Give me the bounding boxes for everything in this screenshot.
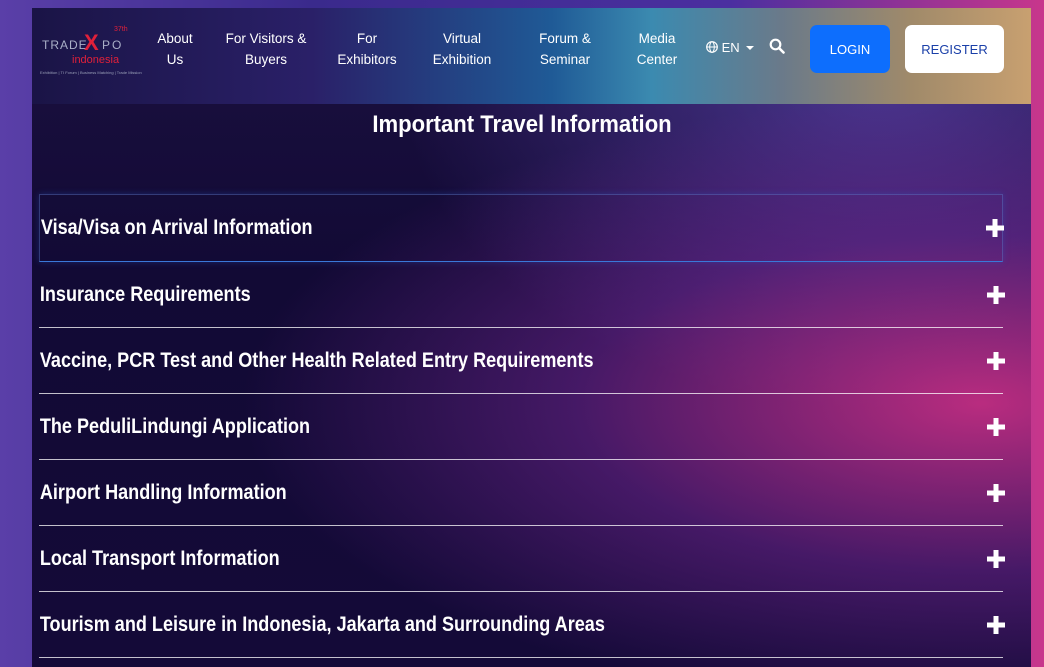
nav-label: Seminar xyxy=(539,52,591,67)
nav-label: Us xyxy=(166,52,184,67)
logo-edition: 37th xyxy=(114,26,128,33)
logo-po-text: PO xyxy=(102,38,124,52)
nav-about-us[interactable]: About Us xyxy=(150,28,200,70)
language-label: EN xyxy=(721,40,740,55)
accordion-item-local-transport[interactable]: Local Transport Information xyxy=(39,526,1005,592)
accordion-item-label: Airport Handling Information xyxy=(39,480,287,504)
plus-icon[interactable] xyxy=(987,351,1005,370)
page-title: Important Travel Information xyxy=(372,111,672,138)
logo-x-mark: X xyxy=(84,30,99,55)
plus-icon[interactable] xyxy=(987,417,1005,436)
top-navbar: TRADE X PO 37th indonesia Exhibition | T… xyxy=(32,8,1031,104)
accordion-item-label: The PeduliLindungi Application xyxy=(39,414,311,438)
register-button[interactable]: REGISTER xyxy=(905,25,1004,73)
nav-label: Exhibitors xyxy=(337,52,397,67)
nav-label: Buyers xyxy=(244,52,288,67)
language-selector[interactable]: EN xyxy=(706,40,755,55)
accordion-item-visa[interactable]: Visa/Visa on Arrival Information xyxy=(39,194,1004,262)
page-frame: TRADE X PO 37th indonesia Exhibition | T… xyxy=(32,8,1031,667)
plus-icon[interactable] xyxy=(987,285,1005,304)
nav-for-exhibitors[interactable]: For Exhibitors xyxy=(329,28,405,70)
logo-trade-text: TRADE xyxy=(42,38,88,52)
nav-label: Exhibition xyxy=(432,52,492,67)
plus-icon[interactable] xyxy=(987,549,1005,568)
logo-indonesia: indonesia xyxy=(72,54,120,66)
nav-media-center[interactable]: Media Center xyxy=(627,28,687,70)
tradexpo-logo[interactable]: TRADE X PO 37th indonesia Exhibition | T… xyxy=(40,24,142,86)
nav-label: For Visitors & xyxy=(225,31,307,46)
globe-icon xyxy=(706,41,718,53)
nav-forum-seminar[interactable]: Forum & Seminar xyxy=(529,28,601,70)
accordion-item-label: Vaccine, PCR Test and Other Health Relat… xyxy=(39,348,594,372)
plus-icon[interactable] xyxy=(986,219,1004,237)
accordion-item-pedulilindungi[interactable]: The PeduliLindungi Application xyxy=(39,394,1005,460)
accordion-item-health-requirements[interactable]: Vaccine, PCR Test and Other Health Relat… xyxy=(39,328,1005,394)
accordion-item-label: Visa/Visa on Arrival Information xyxy=(40,216,313,239)
plus-icon[interactable] xyxy=(987,483,1005,502)
accordion-item-insurance[interactable]: Insurance Requirements xyxy=(39,262,1005,328)
nav-visitors-buyers[interactable]: For Visitors & Buyers xyxy=(218,28,314,70)
nav-label: Virtual xyxy=(442,31,482,46)
nav-label: Media xyxy=(638,31,676,46)
search-icon[interactable] xyxy=(769,38,785,54)
logo-tagline: Exhibition | TI Forum | Business Matchin… xyxy=(40,70,142,75)
nav-virtual-exhibition[interactable]: Virtual Exhibition xyxy=(421,28,503,70)
nav-label: For xyxy=(356,31,378,46)
accordion-item-tourism-leisure[interactable]: Tourism and Leisure in Indonesia, Jakart… xyxy=(39,592,1005,658)
caret-down-icon xyxy=(746,46,755,50)
accordion-item-label: Insurance Requirements xyxy=(39,282,251,306)
nav-label: Center xyxy=(636,52,678,67)
accordion-item-label: Local Transport Information xyxy=(39,546,280,570)
nav-label: About xyxy=(157,31,193,46)
login-button[interactable]: LOGIN xyxy=(810,25,890,73)
travel-info-accordion: Visa/Visa on Arrival Information Insuran… xyxy=(39,194,1005,658)
accordion-item-airport-handling[interactable]: Airport Handling Information xyxy=(39,460,1005,526)
accordion-item-label: Tourism and Leisure in Indonesia, Jakart… xyxy=(39,612,605,636)
nav-label: Forum & xyxy=(539,31,591,46)
plus-icon[interactable] xyxy=(987,615,1005,634)
